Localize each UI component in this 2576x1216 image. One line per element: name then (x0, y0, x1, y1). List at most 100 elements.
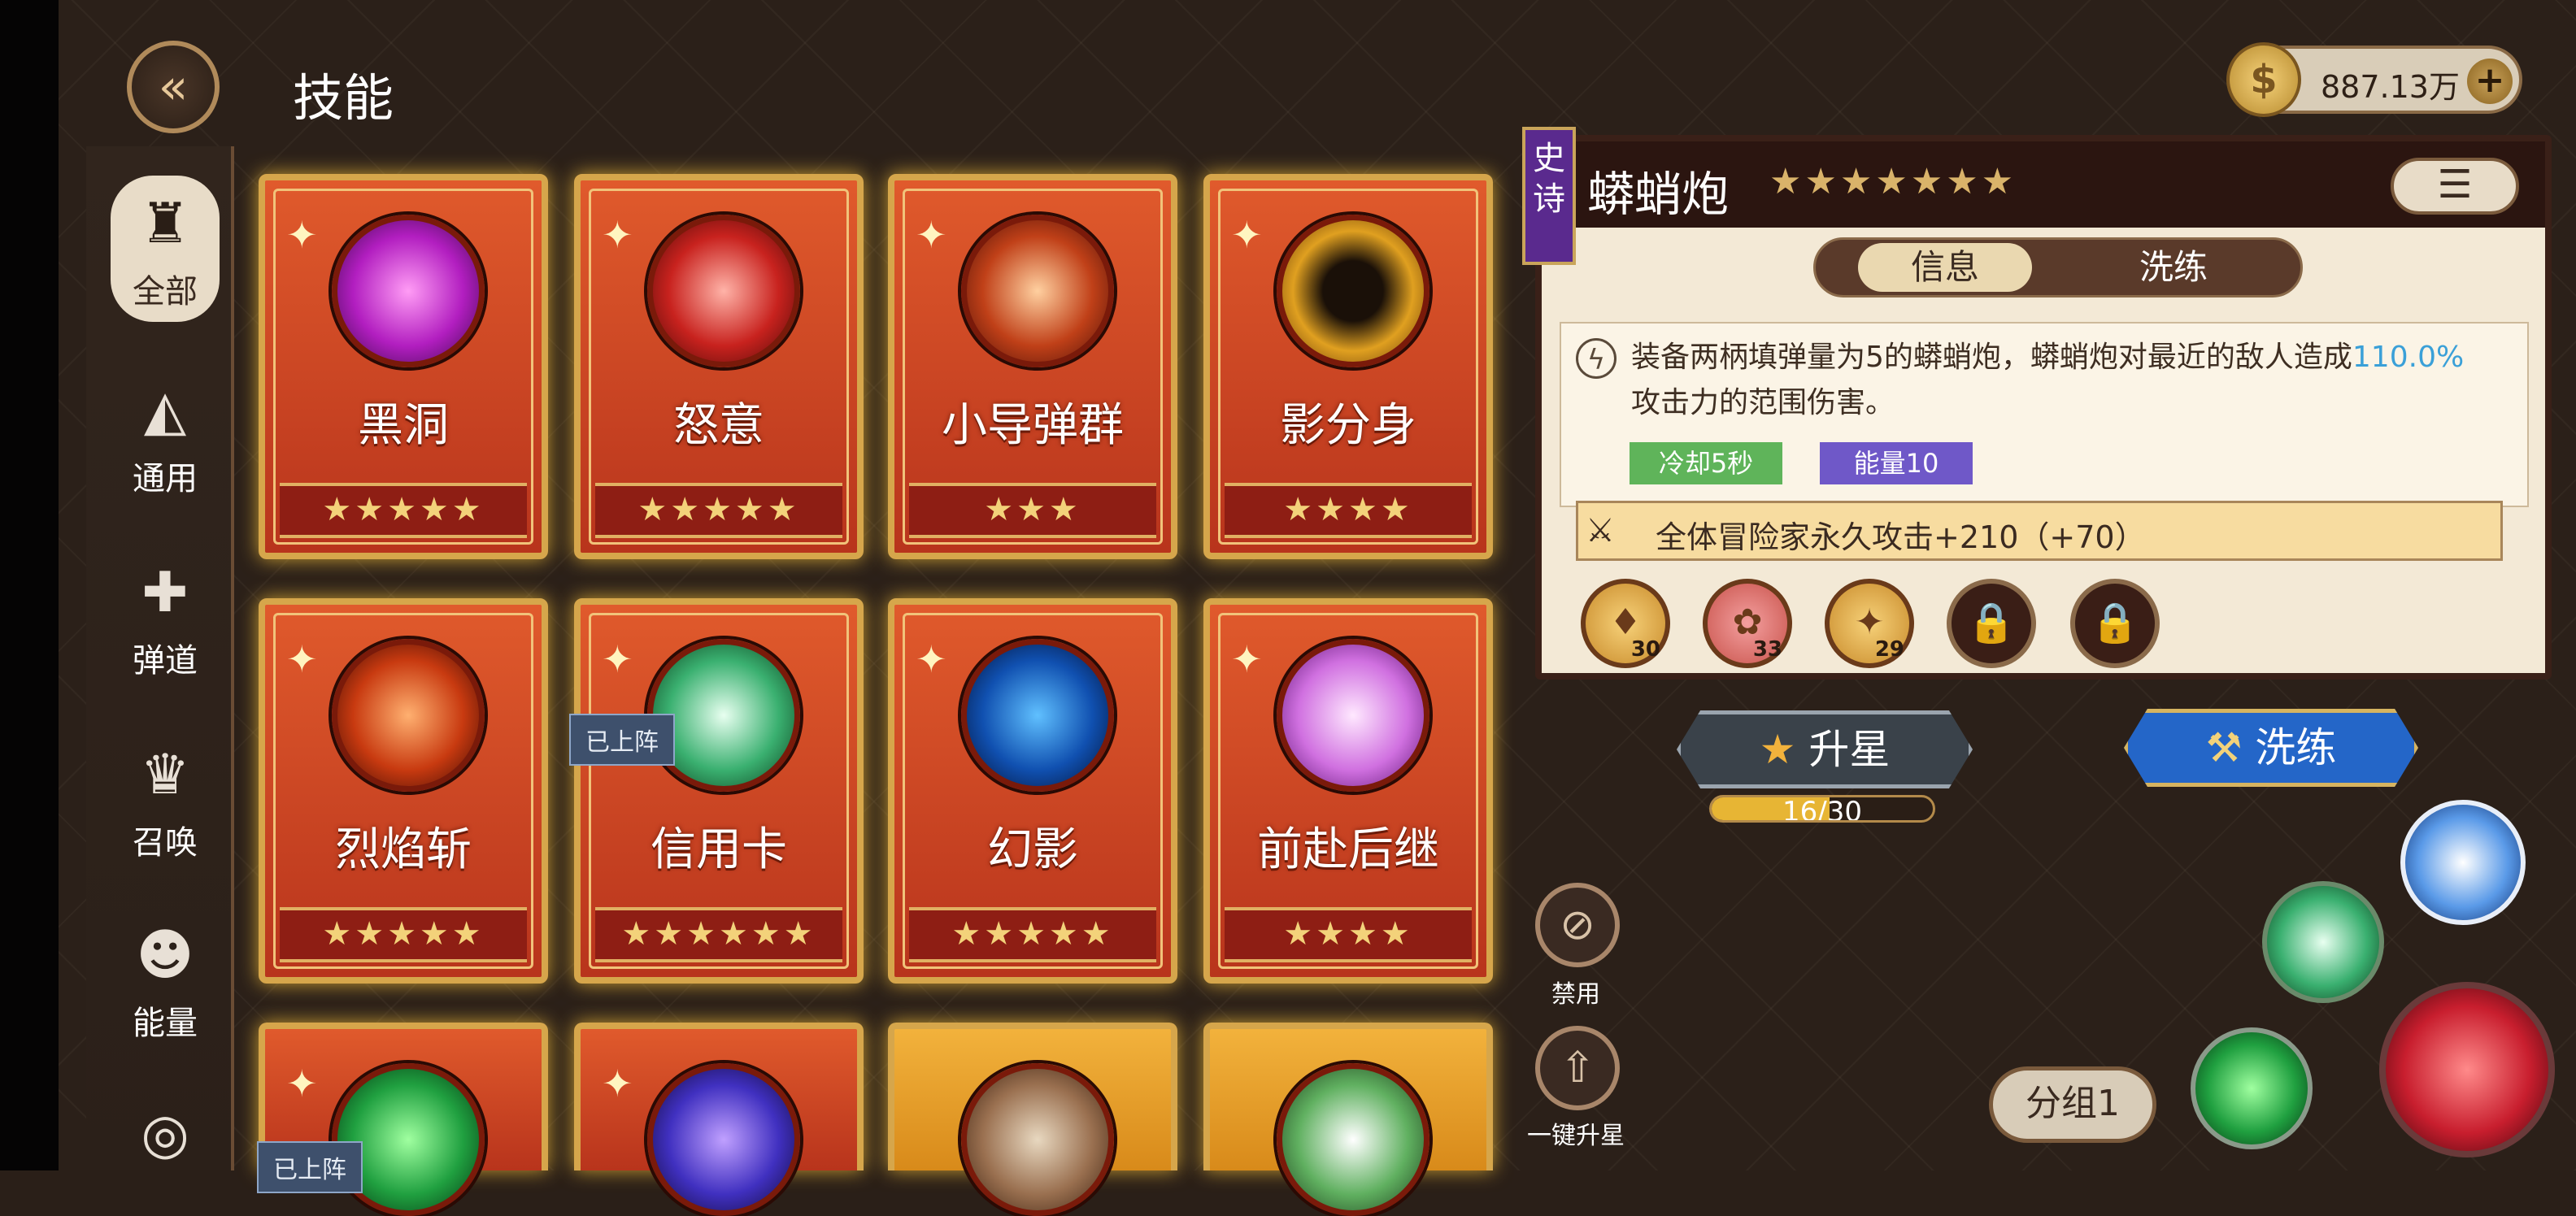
phantom-icon (961, 639, 1114, 792)
deployed-badge: 已上阵 (257, 1141, 363, 1193)
skill-card-partial-4[interactable] (1203, 1023, 1493, 1216)
card-stars: ★★★★★★ (595, 907, 842, 962)
card-name: 信用卡 (651, 823, 787, 876)
rune-slot-3[interactable]: ✦ 29 (1825, 579, 1914, 668)
rune-slot-1[interactable]: ♦ 30 (1581, 579, 1670, 668)
flame-slash-icon (332, 639, 485, 792)
equipped-skill-slot-grin[interactable] (2191, 1027, 2313, 1149)
sparkle-icon: ✦ (916, 637, 947, 681)
ban-icon: ⊘ (1560, 901, 1595, 949)
up-arrow-icon: ⇧ (1560, 1044, 1595, 1092)
coin-amount: 887.13万 (2321, 69, 2460, 105)
coin-icon: $ (2226, 42, 2301, 117)
cooldown-tag: 冷却5秒 (1630, 442, 1782, 484)
back-button[interactable]: « (127, 41, 220, 133)
bonus-text: 全体冒险家永久攻击+210（+70） (1656, 519, 2146, 555)
skill-card-relay[interactable]: ✦ 前赴后继 ★★★★ (1203, 598, 1493, 984)
list-menu-button[interactable]: ☰ (2391, 158, 2519, 215)
general-icon: ◭ (143, 378, 187, 443)
rune-level: 29 (1874, 637, 1904, 662)
sparkle-icon: ✦ (1231, 213, 1263, 257)
sword-icon: ⚔ (1586, 512, 1615, 549)
deployed-badge: 已上阵 (569, 714, 675, 766)
detail-tabs: 信息 洗练 (1813, 237, 2303, 297)
swirl-icon: ◎ (141, 1101, 189, 1166)
all-skills-icon: ♜ (140, 191, 190, 256)
lock-icon: 🔒 (1967, 600, 2016, 645)
add-currency-button[interactable]: + (2467, 59, 2513, 104)
card-name: 黑洞 (358, 399, 449, 452)
one-key-upgrade-button[interactable]: ⇧ (1535, 1026, 1620, 1110)
shadow-clone-icon (1277, 215, 1429, 367)
rune-slot-locked-1[interactable]: 🔒 (1947, 579, 2036, 668)
currency-display: $ 887.13万 + (2226, 42, 2522, 117)
description-text: 装备两柄填弹量为5的蟒蛸炮，蟒蛸炮对最近的敌人造成 (1631, 341, 2352, 374)
tab-refine[interactable]: 洗练 (2060, 243, 2287, 292)
sparkle-icon: ✦ (602, 1062, 633, 1105)
skill-card-missile-swarm[interactable]: ✦ 小导弹群 ★★★ (888, 174, 1177, 559)
sidebar-item-label: 全部 (133, 273, 198, 311)
card-name: 小导弹群 (942, 399, 1124, 452)
energy-icon: ☻ (136, 923, 194, 988)
ghost-icon (1277, 639, 1429, 792)
lock-icon: 🔒 (2091, 600, 2139, 645)
sidebar-item-all[interactable]: ♜ 全部 (111, 176, 220, 322)
rune-slot-locked-2[interactable]: 🔒 (2070, 579, 2160, 668)
damage-percent: 110.0% (2352, 341, 2465, 374)
sidebar-item-projectile[interactable]: ✚ 弹道 (111, 556, 220, 681)
page-title: 技能 (293, 68, 394, 128)
star-icon: ★ (1759, 726, 1809, 773)
card-name: 幻影 (987, 823, 1078, 876)
sparkle-icon: ✦ (602, 213, 633, 257)
star-progress-bar: 16/30 (1709, 795, 1935, 823)
skill-card-partial-3[interactable] (888, 1023, 1177, 1216)
card-name: 前赴后继 (1257, 823, 1439, 876)
panda-icon (1277, 1063, 1429, 1216)
sparkle-icon: ✦ (916, 213, 947, 257)
sidebar-item-label: 召唤 (133, 824, 198, 862)
missile-icon (961, 215, 1114, 367)
card-stars: ★★★ (909, 483, 1156, 538)
card-name: 怒意 (673, 399, 764, 452)
sidebar-item-energy[interactable]: ☻ 能量 (111, 919, 220, 1044)
skill-card-shadow-clone[interactable]: ✦ 影分身 ★★★★ (1203, 174, 1493, 559)
skill-card-credit-card[interactable]: ✦ 信用卡 ★★★★★★ (574, 598, 864, 984)
refine-button[interactable]: ⚒ 洗练 (2124, 709, 2418, 787)
swordsman-icon (961, 1063, 1114, 1216)
sidebar-item-more[interactable]: ◎ (111, 1097, 220, 1175)
summon-icon: ♛ (140, 742, 190, 807)
tab-info[interactable]: 信息 (1858, 243, 2032, 292)
equipped-skill-slot-main[interactable] (2379, 982, 2555, 1157)
disable-button[interactable]: ⊘ (1535, 883, 1620, 967)
progress-text: 16/30 (1782, 796, 1862, 823)
rune-slot-2[interactable]: ✿ 33 (1703, 579, 1792, 668)
sparkle-icon: ✦ (602, 637, 633, 681)
sidebar-item-label: 能量 (133, 1005, 198, 1042)
sparkle-icon: ✦ (286, 637, 318, 681)
skill-card-rage[interactable]: ✦ 怒意 ★★★★★ (574, 174, 864, 559)
upgrade-star-button[interactable]: ★ 升星 (1677, 710, 1973, 788)
skill-card-black-hole[interactable]: ✦ 黑洞 ★★★★★ (259, 174, 548, 559)
sidebar-item-label: 通用 (133, 460, 198, 497)
rarity-badge: 史诗 (1522, 127, 1576, 265)
rage-icon (647, 215, 800, 367)
skill-card-phantom[interactable]: ✦ 幻影 ★★★★★ (888, 598, 1177, 984)
skill-card-partial-2[interactable]: ✦ (574, 1023, 864, 1216)
card-name: 烈焰斩 (335, 823, 472, 876)
card-stars: ★★★★★ (909, 907, 1156, 962)
disable-label: 禁用 (1551, 980, 1600, 1009)
list-icon: ☰ (2437, 162, 2473, 207)
equipped-skill-slot-ice[interactable] (2400, 800, 2526, 925)
skill-card-flame-slash[interactable]: ✦ 烈焰斩 ★★★★★ (259, 598, 548, 984)
sidebar-item-summon[interactable]: ♛ 召唤 (111, 738, 220, 863)
sparkle-icon: ✦ (286, 213, 318, 257)
group-selector-button[interactable]: 分组1 (1989, 1066, 2156, 1143)
equipped-skill-slot-card[interactable] (2262, 881, 2384, 1003)
card-stars: ★★★★ (1225, 483, 1472, 538)
card-stars: ★★★★★ (280, 483, 527, 538)
card-stars: ★★★★★ (280, 907, 527, 962)
card-stars: ★★★★ (1225, 907, 1472, 962)
sidebar-item-general[interactable]: ◭ 通用 (111, 374, 220, 499)
lightning-icon (647, 1063, 800, 1216)
skill-description: 装备两柄填弹量为5的蟒蛸炮，蟒蛸炮对最近的敌人造成110.0% 攻击力的范围伤害。 (1631, 335, 2517, 426)
